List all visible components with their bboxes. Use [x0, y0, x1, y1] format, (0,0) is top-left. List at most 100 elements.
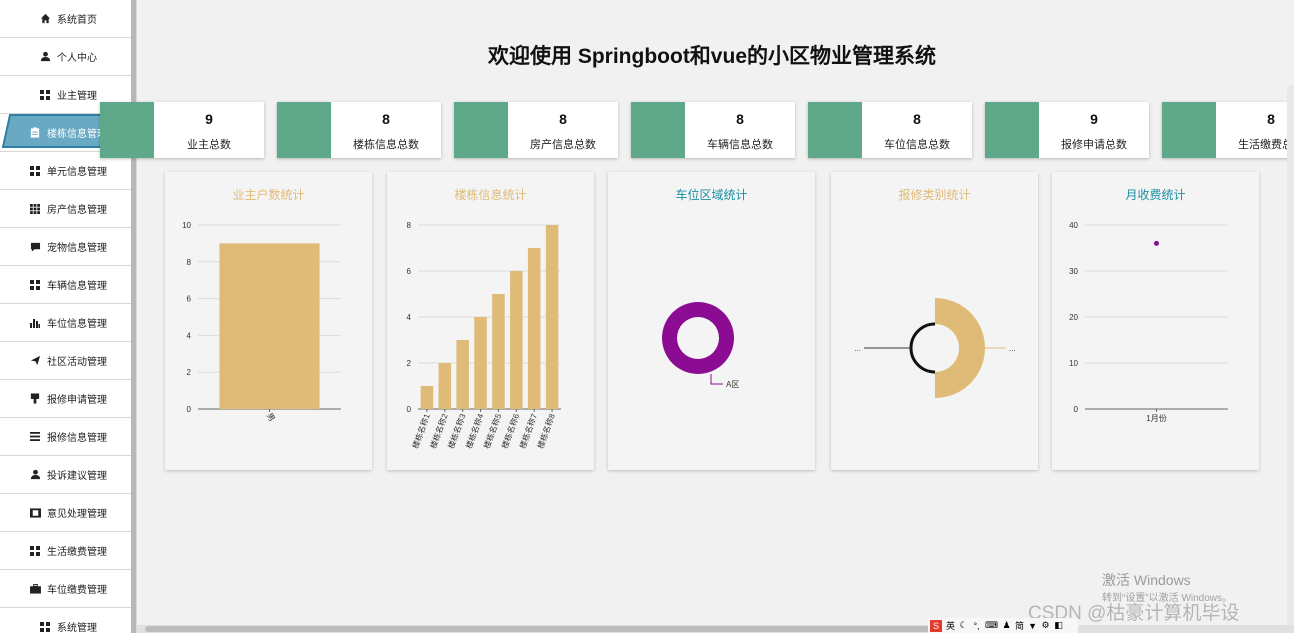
sidebar-item-7[interactable]: 车辆信息管理: [0, 266, 136, 304]
sidebar-item-label: 报修申请管理: [47, 395, 107, 406]
bar[interactable]: [456, 340, 469, 409]
sidebar-item-label: 车辆信息管理: [47, 281, 107, 292]
stat-card-accent: [808, 102, 862, 158]
bar[interactable]: [420, 386, 434, 409]
sidebar-item-9[interactable]: 社区活动管理: [0, 342, 136, 380]
pie-slice[interactable]: [662, 302, 734, 374]
y-tick-label: 6: [407, 267, 412, 276]
vertical-scrollbar[interactable]: [1287, 85, 1294, 625]
user-icon: [29, 469, 41, 481]
y-tick-label: 4: [407, 313, 412, 322]
sidebar-item-15[interactable]: 车位缴费管理: [0, 570, 136, 608]
slice-label: A区: [726, 380, 739, 389]
bar[interactable]: [474, 317, 487, 409]
punctuation-icon[interactable]: °,: [972, 620, 981, 632]
user-icon: [39, 51, 51, 63]
stat-card-accent: [631, 102, 685, 158]
data-point[interactable]: [1154, 240, 1159, 246]
pie-slice[interactable]: [935, 298, 985, 398]
stat-card-accent: [100, 102, 154, 158]
send-icon: [29, 355, 41, 367]
sidebar-item-16[interactable]: 系统管理: [0, 608, 136, 633]
ime-s-icon[interactable]: S: [930, 619, 942, 632]
stat-card: 8 生活缴费总数: [1162, 102, 1294, 158]
stat-label: 报修申请总数: [1061, 139, 1127, 151]
stat-value: 8: [559, 111, 567, 127]
bar[interactable]: [492, 294, 505, 409]
ime-lang-toggle[interactable]: 英: [946, 620, 955, 632]
bar[interactable]: [438, 363, 452, 409]
pin-icon: [29, 393, 41, 405]
sidebar-item-label: 社区活动管理: [47, 357, 107, 368]
stat-card: 9 业主总数: [100, 102, 264, 158]
y-tick-label: 40: [1069, 221, 1078, 230]
sidebar-item-label: 车位缴费管理: [47, 585, 107, 596]
stat-card-accent: [454, 102, 508, 158]
home-icon: [39, 13, 51, 25]
sidebar-item-0[interactable]: 系统首页: [0, 0, 136, 38]
bar-chart-icon: [29, 317, 41, 329]
sidebar-item-6[interactable]: 宠物信息管理: [0, 228, 136, 266]
sidebar-item-12[interactable]: 投诉建议管理: [0, 456, 136, 494]
app-icon[interactable]: ◧: [1054, 620, 1063, 632]
ime-tray: S 英 ☾ °, ⌨ ♟ 简 ▼ ⚙ ◧: [928, 618, 1078, 633]
stat-label: 房产信息总数: [530, 139, 596, 151]
sidebar-item-label: 投诉建议管理: [47, 471, 107, 482]
chart-card-3: 报修类别统计......: [831, 172, 1038, 470]
sidebar-item-label: 意见处理管理: [47, 509, 107, 520]
sidebar-item-11[interactable]: 报修信息管理: [0, 418, 136, 456]
sidebar-item-label: 车位信息管理: [47, 319, 107, 330]
sidebar-scrollbar[interactable]: [131, 0, 136, 633]
horizontal-scrollbar[interactable]: [137, 625, 1294, 633]
chart-svg-4: 0 10 20 30 40 1月份: [1069, 221, 1228, 423]
stat-value: 8: [1267, 111, 1275, 127]
main-content: 欢迎使用 Springboot和vue的小区物业管理系统 9 业主总数 8 楼栋信息总…: [100, 0, 1294, 633]
stat-card: 8 车位信息总数: [808, 102, 972, 158]
stat-card: 8 楼栋信息总数: [277, 102, 441, 158]
stat-card-accent: [1162, 102, 1216, 158]
grid-icon: [29, 279, 41, 291]
y-tick-label: 0: [1074, 405, 1079, 414]
chart-card-1: 楼栋信息统计 0 2 4 6 8 楼栋名称1 楼栋名称2 楼栋名称3 楼栋名称4 楼栋名称5 楼栋名称…: [387, 172, 594, 470]
bar[interactable]: [545, 225, 559, 409]
page-title: 欢迎使用 Springboot和vue的小区物业管理系统: [488, 45, 936, 68]
keyboard-icon[interactable]: ⌨: [985, 620, 998, 632]
list-icon: [29, 431, 41, 443]
stat-label: 业主总数: [187, 139, 231, 151]
chart-card-2: 车位区域统计 A区: [608, 172, 815, 470]
sidebar-item-label: 系统首页: [57, 15, 97, 26]
stat-label: 生活缴费总数: [1238, 139, 1294, 151]
chart-svg-0: 0 2 4 6 8 10 男: [182, 221, 341, 423]
stat-value: 8: [736, 111, 744, 127]
sidebar-item-13[interactable]: 意见处理管理: [0, 494, 136, 532]
chart-card-4: 月收费统计 0 10 20 30 40 1月份: [1052, 172, 1259, 470]
y-tick-label: 0: [187, 405, 192, 414]
bar[interactable]: [510, 271, 523, 409]
sidebar-item-5[interactable]: 房产信息管理: [0, 190, 136, 228]
ime-simplified-toggle[interactable]: 简: [1015, 620, 1024, 632]
sidebar-item-label: 报修信息管理: [47, 433, 107, 444]
x-tick-label: 男: [265, 412, 277, 423]
sidebar-item-8[interactable]: 车位信息管理: [0, 304, 136, 342]
sidebar-item-label: 系统管理: [57, 623, 97, 633]
slice-label: ...: [1009, 344, 1016, 353]
pie-slice[interactable]: [909, 322, 936, 374]
stat-card-accent: [985, 102, 1039, 158]
bar[interactable]: [219, 243, 320, 409]
sidebar-item-label: 业主管理: [57, 91, 97, 102]
stat-card: 9 报修申请总数: [985, 102, 1149, 158]
slice-label: ...: [854, 344, 861, 353]
gear-icon[interactable]: ⚙: [1041, 620, 1050, 632]
sidebar-item-14[interactable]: 生活缴费管理: [0, 532, 136, 570]
grid9-icon: [29, 203, 41, 215]
sidebar-item-10[interactable]: 报修申请管理: [0, 380, 136, 418]
stat-value: 8: [382, 111, 390, 127]
stat-value: 9: [1090, 111, 1098, 127]
stat-label: 车位信息总数: [884, 139, 950, 151]
sidebar-item-1[interactable]: 个人中心: [0, 38, 136, 76]
grid-icon: [39, 621, 51, 633]
shirt-icon[interactable]: ▼: [1028, 620, 1037, 632]
bar[interactable]: [527, 248, 541, 409]
moon-icon[interactable]: ☾: [959, 620, 968, 632]
person-icon[interactable]: ♟: [1002, 620, 1011, 632]
